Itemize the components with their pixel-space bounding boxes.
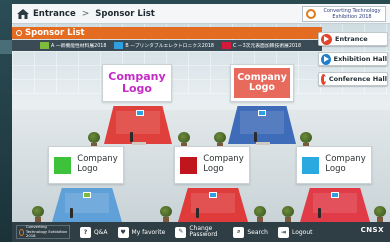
company-logo-5-mark: [302, 156, 320, 174]
footer-exhibition-logo: Converting Technology Exhibition 2018: [16, 225, 70, 239]
plant-decoration: [254, 206, 266, 222]
category-legend: A 一新機能性材料展2018 B ープリンタブルエレクトロニクス2018 C ー…: [12, 40, 322, 51]
search-icon: ⌕: [233, 226, 245, 238]
booth-staff: [70, 208, 73, 218]
company-logo-4[interactable]: Company Logo: [174, 146, 250, 184]
nav-exhibition-hall-label: Exhibition Hall: [333, 55, 387, 63]
nav-entrance-label: Entrance: [335, 35, 368, 43]
app-window: Entrance > Sponsor List Converting Techn…: [12, 4, 390, 242]
plant-decoration: [32, 206, 44, 222]
sponsor-list-heading: Sponsor List: [25, 28, 85, 38]
category-b[interactable]: B ープリンタブルエレクトロニクス2018: [114, 42, 214, 49]
company-logo-1-line2: Logo: [121, 82, 152, 95]
sponsor-list-title: Sponsor List: [12, 27, 322, 39]
arrow-right-icon: [321, 53, 331, 65]
footer-logo-text: Converting Technology Exhibition 2018: [25, 224, 68, 239]
company-logo-2-tile: Company Logo: [234, 68, 290, 98]
category-c[interactable]: C ー3次元表面加飾技術展2018: [221, 42, 302, 49]
exhibition-logo-text: Converting Technology Exhibition 2018: [323, 8, 381, 20]
company-logo-1[interactable]: Company Logo: [102, 64, 172, 102]
title-bullet-icon: [16, 30, 22, 36]
nav-exhibition-hall-button[interactable]: Exhibition Hall: [318, 52, 388, 66]
booth-staff: [196, 208, 199, 218]
logout-label: Logout: [291, 228, 313, 236]
company-logo-4-mark: [180, 156, 198, 174]
plant-decoration: [374, 206, 386, 222]
category-b-label: B ープリンタブルエレクトロニクス2018: [125, 44, 214, 49]
my-favorite-button[interactable]: ♥ My favorite: [117, 226, 166, 238]
booth-badge-2: [258, 110, 266, 116]
category-a-label: A 一新機能性材料展2018: [51, 44, 107, 49]
company-logo-2[interactable]: Company Logo: [230, 64, 294, 102]
company-logo-3[interactable]: Company Logo: [48, 146, 124, 184]
nav-entrance-button[interactable]: Entrance: [318, 32, 388, 46]
sponsor-hall: Sponsor List A 一新機能性材料展2018 B ープリンタブルエレク…: [12, 24, 390, 222]
booth-staff: [318, 208, 321, 218]
nav-conference-hall-button[interactable]: Conference Hall: [318, 72, 388, 86]
company-logo-5[interactable]: Company Logo: [296, 146, 372, 184]
company-logo-1-text: Company Logo: [108, 71, 165, 94]
company-logo-5-text: Company Logo: [325, 154, 365, 175]
breadcrumb: Entrance > Sponsor List: [16, 8, 155, 20]
breadcrumb-separator: >: [81, 8, 90, 19]
arrow-right-icon: [321, 33, 332, 45]
favorite-icon: ♥: [117, 226, 129, 238]
booth-badge-3: [83, 192, 91, 198]
booth-badge-5: [331, 192, 339, 198]
qa-icon: ?: [80, 226, 91, 238]
footer-logo-mark: [19, 228, 24, 236]
sponsor-booth-4[interactable]: Company Logo: [158, 142, 268, 222]
search-label: Search: [247, 228, 268, 236]
logout-button[interactable]: ⇥ Logout: [277, 226, 313, 238]
sponsor-booth-5[interactable]: Company Logo: [280, 142, 390, 222]
exhibition-logo-mark: [306, 9, 316, 19]
booth-staff: [254, 132, 257, 142]
password-icon: ✎: [175, 226, 187, 238]
booth-staff: [130, 132, 133, 142]
company-logo-2-line2: Logo: [249, 82, 275, 93]
category-b-swatch: [114, 42, 124, 49]
category-a[interactable]: A 一新機能性材料展2018: [40, 42, 106, 49]
sponsor-booth-3[interactable]: Company Logo: [30, 142, 140, 222]
plant-decoration: [282, 206, 294, 222]
company-logo-3-text: Company Logo: [77, 154, 117, 175]
company-logo-5-line2: Logo: [325, 164, 346, 174]
exhibition-logo: Converting Technology Exhibition 2018: [302, 6, 386, 22]
breadcrumb-entrance[interactable]: Entrance: [33, 9, 76, 19]
company-logo-3-mark: [54, 156, 72, 174]
company-logo-2-text: Company Logo: [237, 73, 287, 93]
footer-bar: Converting Technology Exhibition 2018 ? …: [12, 222, 390, 242]
breadcrumb-sponsor-list: Sponsor List: [95, 8, 155, 19]
category-c-swatch: [221, 42, 231, 49]
home-icon[interactable]: [16, 8, 30, 20]
change-password-button[interactable]: ✎ Change Password: [175, 226, 223, 238]
search-button[interactable]: ⌕ Search: [233, 226, 268, 238]
category-c-label: C ー3次元表面加飾技術展2018: [232, 44, 302, 49]
company-logo-4-line2: Logo: [203, 164, 224, 174]
qa-label: Q&A: [94, 228, 108, 236]
window-frame-left: [0, 0, 12, 242]
category-a-swatch: [40, 42, 49, 49]
company-logo-3-line2: Logo: [77, 164, 98, 174]
brand-logo: CNSX: [360, 226, 384, 234]
plant-decoration: [160, 206, 172, 222]
qa-button[interactable]: ? Q&A: [80, 226, 108, 238]
logout-icon: ⇥: [277, 226, 289, 238]
header-bar: Entrance > Sponsor List Converting Techn…: [12, 4, 390, 24]
change-password-label: Change Password: [189, 225, 218, 238]
company-logo-4-text: Company Logo: [203, 154, 243, 175]
frame-tab: [0, 40, 12, 54]
my-favorite-label: My favorite: [131, 228, 166, 236]
booth-badge-1: [136, 110, 144, 116]
booth-badge-4: [209, 192, 217, 198]
nav-conference-hall-label: Conference Hall: [328, 75, 387, 83]
